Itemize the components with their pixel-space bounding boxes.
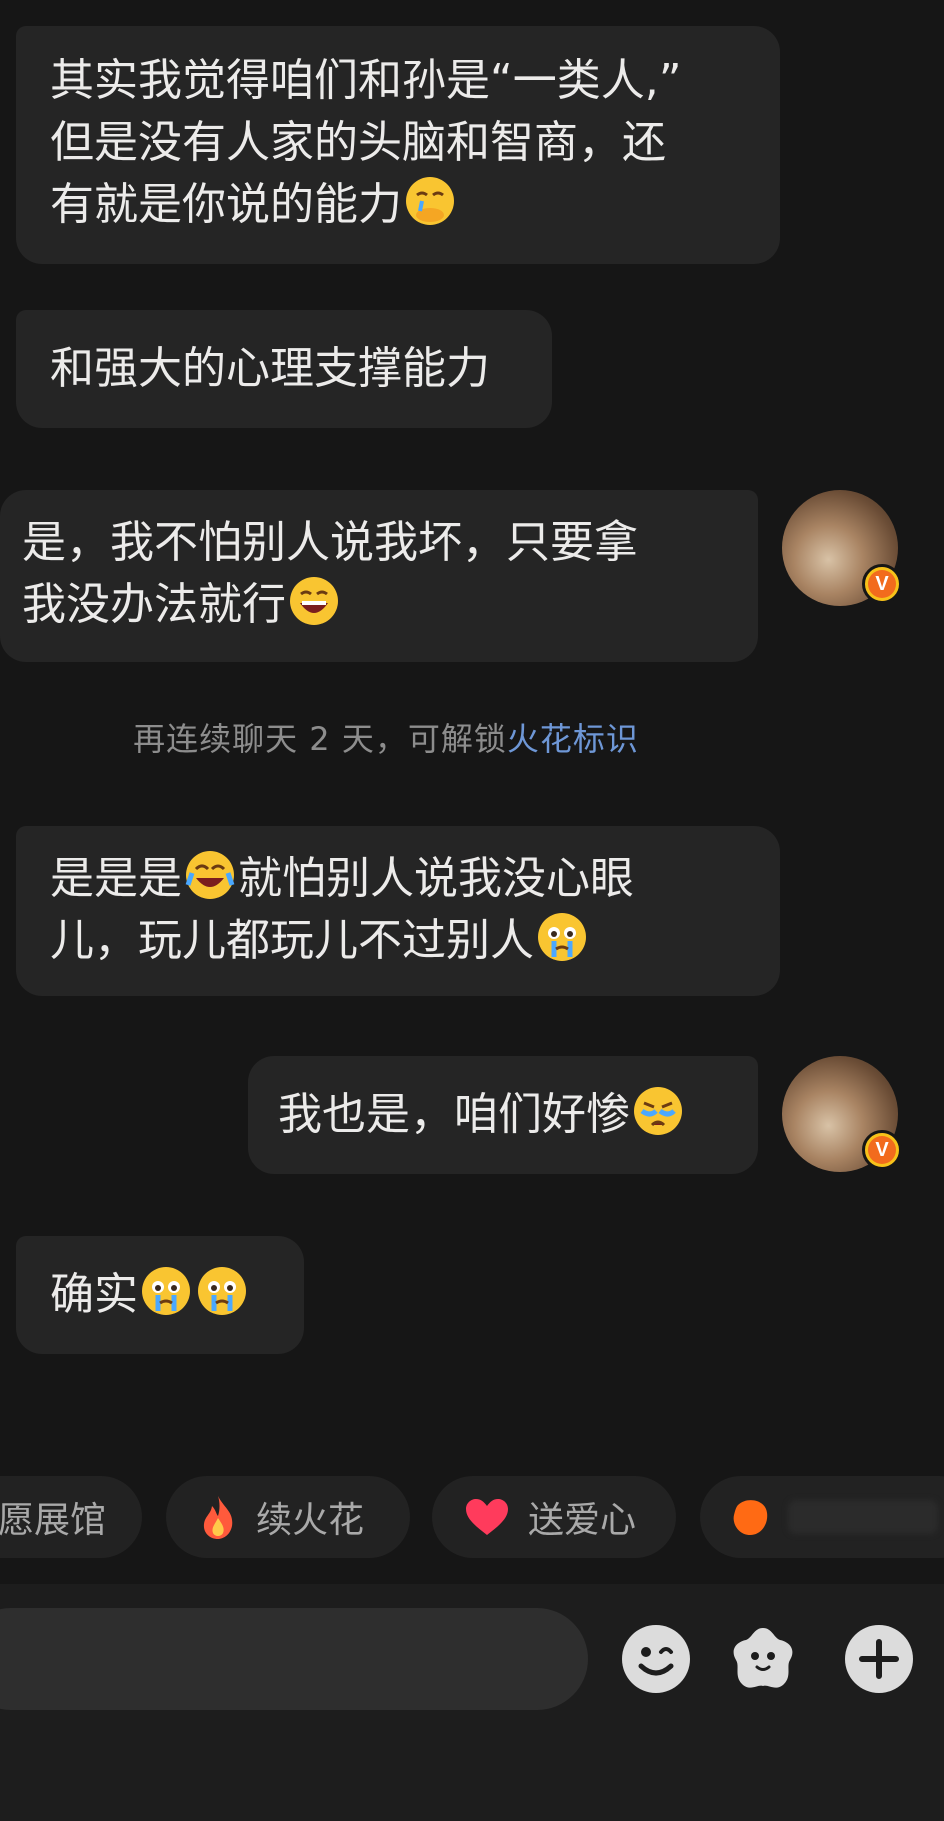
chip-continue-spark[interactable]: 续火花	[166, 1476, 410, 1558]
smiley-icon[interactable]	[621, 1624, 691, 1694]
message-bubble[interactable]: 我也是，咱们好惨	[248, 1056, 758, 1174]
chip-wish-hall[interactable]: 愿展馆	[0, 1476, 142, 1558]
message-input[interactable]	[0, 1608, 588, 1710]
input-bar	[0, 1584, 944, 1821]
message-line: 但是没有人家的头脑和智商，还	[50, 117, 666, 168]
message-bubble[interactable]: 其实我觉得咱们和孙是“一类人,” 但是没有人家的头脑和智商，还 有就是你说的能力	[16, 26, 780, 264]
message-bubble[interactable]: 是是是 就怕别人说我没心眼 儿，玩儿都玩儿不过别人	[16, 826, 780, 996]
verified-badge-icon: V	[862, 1130, 902, 1170]
chip-more[interactable]	[700, 1476, 944, 1558]
message-line: 我也是，咱们好惨	[278, 1084, 724, 1146]
message-line: 其实我觉得咱们和孙是“一类人,”	[50, 55, 682, 106]
message-line: 是，我不怕别人说我坏，只要拿	[22, 517, 638, 568]
avatar[interactable]: V	[782, 490, 902, 606]
avatar[interactable]: V	[782, 1056, 902, 1172]
grin-emoji	[290, 577, 338, 625]
chip-label: 送爱心	[528, 1500, 637, 1541]
covering-mouth-emoji	[406, 177, 454, 225]
message-line: 我没办法就行	[22, 574, 724, 636]
fire-icon	[203, 1496, 233, 1539]
message-bubble[interactable]: 和强大的心理支撑能力	[16, 310, 552, 428]
plus-icon[interactable]	[844, 1624, 914, 1694]
message-line: 是是是 就怕别人说我没心眼	[50, 848, 746, 910]
chip-label: 愿展馆	[0, 1500, 107, 1541]
chip-send-heart[interactable]: 送爱心	[432, 1476, 676, 1558]
orange-blob-icon	[733, 1500, 768, 1535]
crying-emoji	[142, 1267, 190, 1315]
message-bubble[interactable]: 是，我不怕别人说我坏，只要拿 我没办法就行	[0, 490, 758, 662]
spark-badge-link[interactable]: 火花标识	[507, 720, 639, 758]
message-line: 和强大的心理支撑能力	[50, 343, 490, 394]
message-line: 确实	[50, 1264, 270, 1326]
message-line: 儿，玩儿都玩儿不过别人	[50, 910, 746, 972]
verified-badge-icon: V	[862, 564, 902, 604]
blurred-label	[788, 1500, 938, 1534]
sobbing-emoji	[634, 1087, 682, 1135]
message-bubble[interactable]: 确实	[16, 1236, 304, 1354]
sticker-icon[interactable]	[728, 1624, 798, 1694]
laugh-cry-emoji	[185, 851, 235, 899]
heart-icon	[466, 1499, 508, 1535]
chip-label: 续火花	[256, 1500, 365, 1541]
message-line: 有就是你说的能力	[50, 174, 746, 236]
streak-notice: 再连续聊天 2 天，可解锁火花标识	[0, 714, 772, 760]
crying-emoji	[198, 1267, 246, 1315]
crying-emoji	[538, 913, 586, 961]
notice-text: 再连续聊天 2 天，可解锁	[133, 720, 507, 758]
